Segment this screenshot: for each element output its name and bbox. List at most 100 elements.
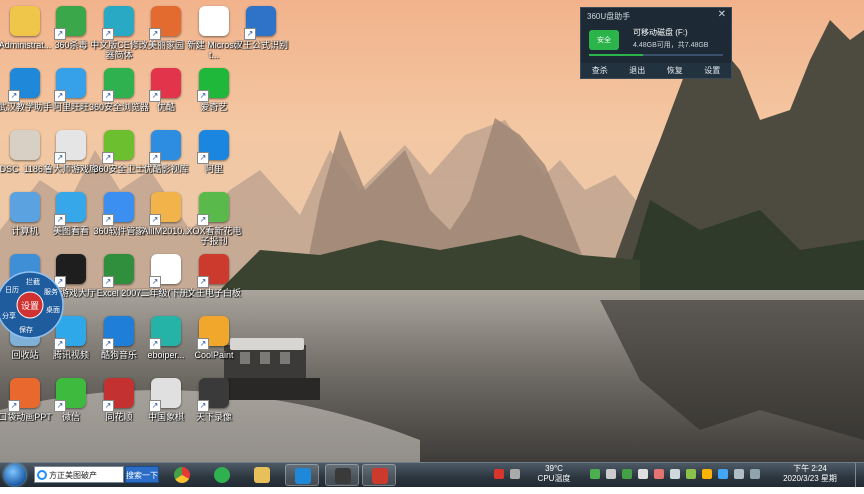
shortcut-arrow-icon: ↗	[197, 338, 209, 350]
folder-icon	[254, 467, 270, 483]
taskbar-chrome[interactable]	[165, 464, 199, 486]
user-folder-icon	[10, 6, 40, 36]
start-button[interactable]	[4, 464, 26, 486]
shortcut-arrow-icon: ↗	[54, 400, 66, 412]
clock[interactable]: 下午 2:24 2020/3/23 星期一	[780, 464, 840, 494]
floating-radial-menu[interactable]: 设置 拦截 服务 桌面 保存 分享 日历	[0, 268, 70, 342]
desktop-icon-label: 文王电子白板	[186, 288, 241, 298]
shortcut-arrow-icon: ↗	[54, 214, 66, 226]
desktop: Administrat... ↗ 武汉教学助手 DSC_1186... 计算机 回收站 ↗ 口…	[0, 0, 864, 462]
shortcut-arrow-icon: ↗	[54, 152, 66, 164]
shortcut-arrow-icon: ↗	[102, 214, 114, 226]
ie-icon	[37, 470, 47, 480]
desktop-icon[interactable]: ↗ CoolPaint	[183, 314, 245, 376]
desktop-icon[interactable]: ↗ 汉王公式识别	[230, 4, 292, 66]
shortcut-arrow-icon: ↗	[102, 400, 114, 412]
clock-time: 下午 2:24	[793, 464, 827, 473]
shortcut-arrow-icon: ↗	[102, 152, 114, 164]
safe-badge: 安全	[597, 37, 611, 44]
show-desktop-button[interactable]	[855, 463, 864, 487]
wechat-tray-icon[interactable]	[686, 469, 696, 479]
usb-drive-icon: 安全	[589, 30, 619, 50]
drive-name[interactable]: 可移动磁盘 (F:)	[633, 27, 688, 38]
shortcut-arrow-icon: ↗	[149, 90, 161, 102]
display-icon[interactable]	[606, 469, 616, 479]
temperature-label: CPU温度	[537, 474, 571, 483]
shortcut-arrow-icon: ↗	[102, 276, 114, 288]
shortcut-arrow-icon: ↗	[149, 152, 161, 164]
desktop-icon[interactable]: ↗ 天下录像	[183, 376, 245, 438]
taskbar-360-browser[interactable]	[205, 464, 239, 486]
desktop-icon-label: XOX看新花电子报刊	[186, 226, 242, 246]
shortcut-arrow-icon: ↗	[197, 90, 209, 102]
teaching-assistant-icon	[295, 468, 311, 484]
taskbar-teaching-assistant[interactable]	[285, 464, 319, 486]
desktop-icon-label: 汉王公式识别	[233, 40, 288, 50]
drive-capacity: 4.48GB可用，共7.48GB	[633, 42, 709, 49]
usb-panel-title: 360U盘助手	[587, 12, 631, 21]
cpu-temperature: 39°C CPU温度	[534, 464, 574, 484]
capacity-bar	[589, 54, 723, 56]
whiteboard-icon	[372, 468, 388, 484]
taskbar-explorer[interactable]	[245, 464, 279, 486]
shortcut-arrow-icon: ↗	[54, 28, 66, 40]
battery-icon[interactable]	[590, 469, 600, 479]
desktop-icon-label: 天下录像	[195, 412, 232, 422]
chrome-icon	[174, 467, 190, 483]
notification-icon[interactable]	[702, 469, 712, 479]
usb-actions: 查杀 退出 恢复 设置	[581, 63, 731, 78]
radial-segment[interactable]: 分享	[2, 311, 16, 320]
radial-segment[interactable]: 拦截	[26, 277, 40, 286]
shortcut-arrow-icon: ↗	[197, 152, 209, 164]
eject-button[interactable]: 退出	[629, 65, 645, 76]
taskbar-recorder[interactable]	[325, 464, 359, 486]
desktop-icon-label: 阿里	[204, 164, 223, 174]
shortcut-arrow-icon: ↗	[197, 400, 209, 412]
desktop-icon[interactable]: ↗ 爱奇艺	[183, 66, 245, 128]
settings-button[interactable]: 设置	[704, 65, 720, 76]
app-tray-icon[interactable]	[654, 469, 664, 479]
shortcut-arrow-icon: ↗	[244, 28, 256, 40]
desktop-icon[interactable]: ↗ XOX看新花电子报刊	[183, 190, 245, 252]
computer-icon	[10, 192, 40, 222]
radial-segment[interactable]: 保存	[19, 325, 33, 334]
desktop-icon[interactable]: ↗ 文王电子白板	[183, 252, 245, 314]
shortcut-arrow-icon: ↗	[149, 400, 161, 412]
desktop-icon-label: CoolPaint	[194, 350, 234, 360]
radial-segment[interactable]: 桌面	[46, 305, 60, 314]
search-input[interactable]: 方正美图破产	[34, 466, 124, 483]
flag-icon[interactable]	[734, 469, 744, 479]
shortcut-arrow-icon: ↗	[149, 28, 161, 40]
shortcut-arrow-icon: ↗	[8, 90, 20, 102]
search-input-text: 方正美图破产	[49, 471, 97, 480]
taskbar: 方正美图破产 搜索一下 39°C CPU温度 下午 2:24 2020/3/23…	[0, 462, 864, 493]
keyboard-icon[interactable]	[510, 469, 520, 479]
taskbar-whiteboard[interactable]	[362, 464, 396, 486]
browser-360-icon	[214, 467, 230, 483]
shortcut-arrow-icon: ↗	[8, 400, 20, 412]
desktop-icon-label: 爱奇艺	[200, 102, 228, 112]
shortcut-arrow-icon: ↗	[102, 90, 114, 102]
desktop-icon[interactable]: ↗ 阿里	[183, 128, 245, 190]
scan-button[interactable]: 查杀	[592, 65, 608, 76]
sogou-input-icon[interactable]	[494, 469, 504, 479]
volume-icon[interactable]	[750, 469, 760, 479]
radial-segment[interactable]: 日历	[5, 286, 19, 294]
temperature-value: 39°C	[545, 464, 563, 473]
shortcut-arrow-icon: ↗	[102, 338, 114, 350]
close-icon[interactable]: ✕	[718, 9, 726, 20]
photo-file-icon	[10, 130, 40, 160]
shortcut-arrow-icon: ↗	[197, 214, 209, 226]
bluetooth-icon[interactable]	[718, 469, 728, 479]
shield-360-icon[interactable]	[622, 469, 632, 479]
radial-center-label[interactable]: 设置	[21, 301, 39, 312]
word-document-icon	[199, 6, 229, 36]
network-icon[interactable]	[638, 469, 648, 479]
shortcut-arrow-icon: ↗	[149, 338, 161, 350]
radial-segment[interactable]: 服务	[44, 287, 58, 296]
restore-button[interactable]: 恢复	[667, 65, 683, 76]
search-button[interactable]: 搜索一下	[125, 466, 159, 483]
shortcut-arrow-icon: ↗	[197, 276, 209, 288]
usb-device-icon[interactable]	[670, 469, 680, 479]
usb-helper-panel: 360U盘助手 ✕ 安全 可移动磁盘 (F:) 4.48GB可用，共7.48GB…	[580, 7, 732, 79]
